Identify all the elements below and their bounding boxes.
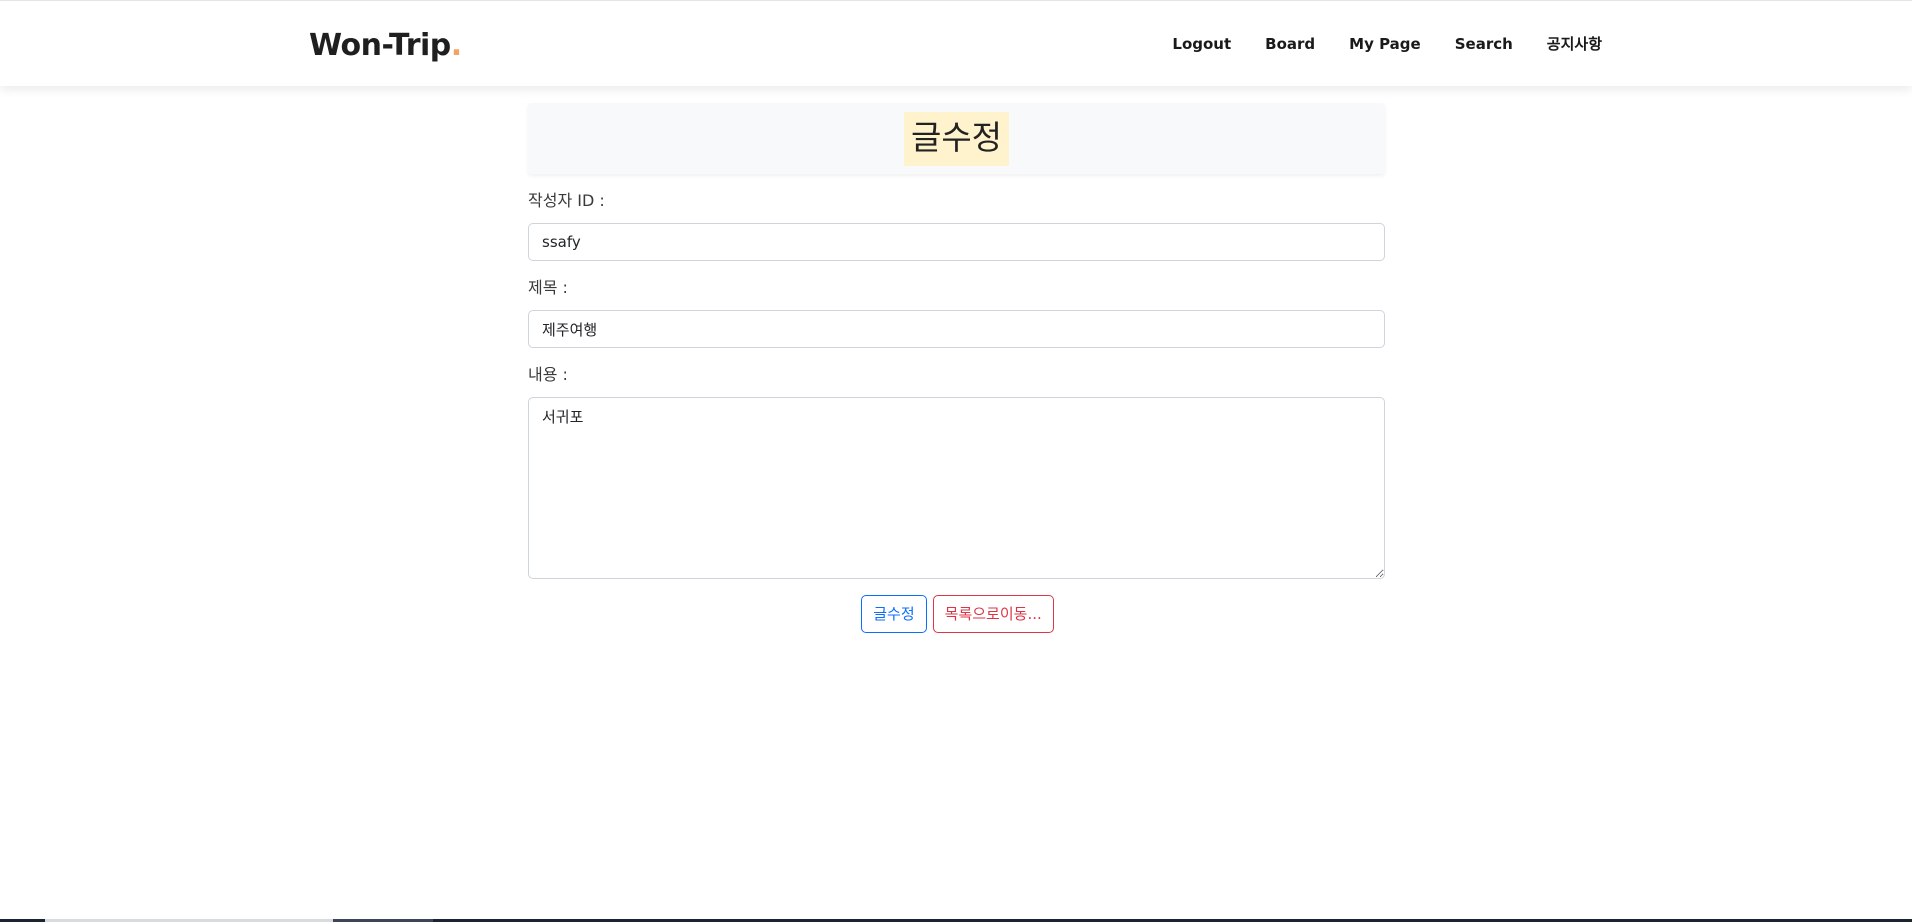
nav-links: Logout Board My Page Search 공지사항 [1138, 34, 1602, 54]
button-row: 글수정 목록으로이동... [528, 595, 1385, 633]
top-navbar: Won-Trip. Logout Board My Page Search 공지… [0, 0, 1912, 86]
content-label: 내용 : [528, 365, 568, 384]
go-to-list-button[interactable]: 목록으로이동... [932, 595, 1054, 633]
brand-dot: . [450, 28, 462, 63]
page-title: 글수정 [903, 111, 1010, 166]
brand-name: Won-Trip [309, 28, 451, 63]
nav-link-board[interactable]: Board [1265, 34, 1315, 54]
brand-logo[interactable]: Won-Trip. [309, 29, 462, 63]
content-textarea[interactable]: 서귀포 [528, 397, 1385, 579]
nav-link-logout[interactable]: Logout [1172, 34, 1231, 54]
writer-id-input[interactable] [528, 223, 1385, 261]
nav-link-my-page[interactable]: My Page [1349, 34, 1421, 54]
page: Won-Trip. Logout Board My Page Search 공지… [0, 0, 1912, 922]
subject-input[interactable] [528, 310, 1385, 348]
nav-link-search[interactable]: Search [1455, 34, 1513, 54]
nav-link-notice[interactable]: 공지사항 [1547, 34, 1602, 54]
form-header: 글수정 [528, 103, 1385, 174]
writer-label: 작성자 ID : [528, 191, 605, 210]
subject-label: 제목 : [528, 278, 568, 297]
modify-form-container: 글수정 작성자 ID : 제목 : 내용 : 서귀포 글수정 목록으로이동... [528, 103, 1385, 633]
modify-button[interactable]: 글수정 [861, 595, 927, 633]
